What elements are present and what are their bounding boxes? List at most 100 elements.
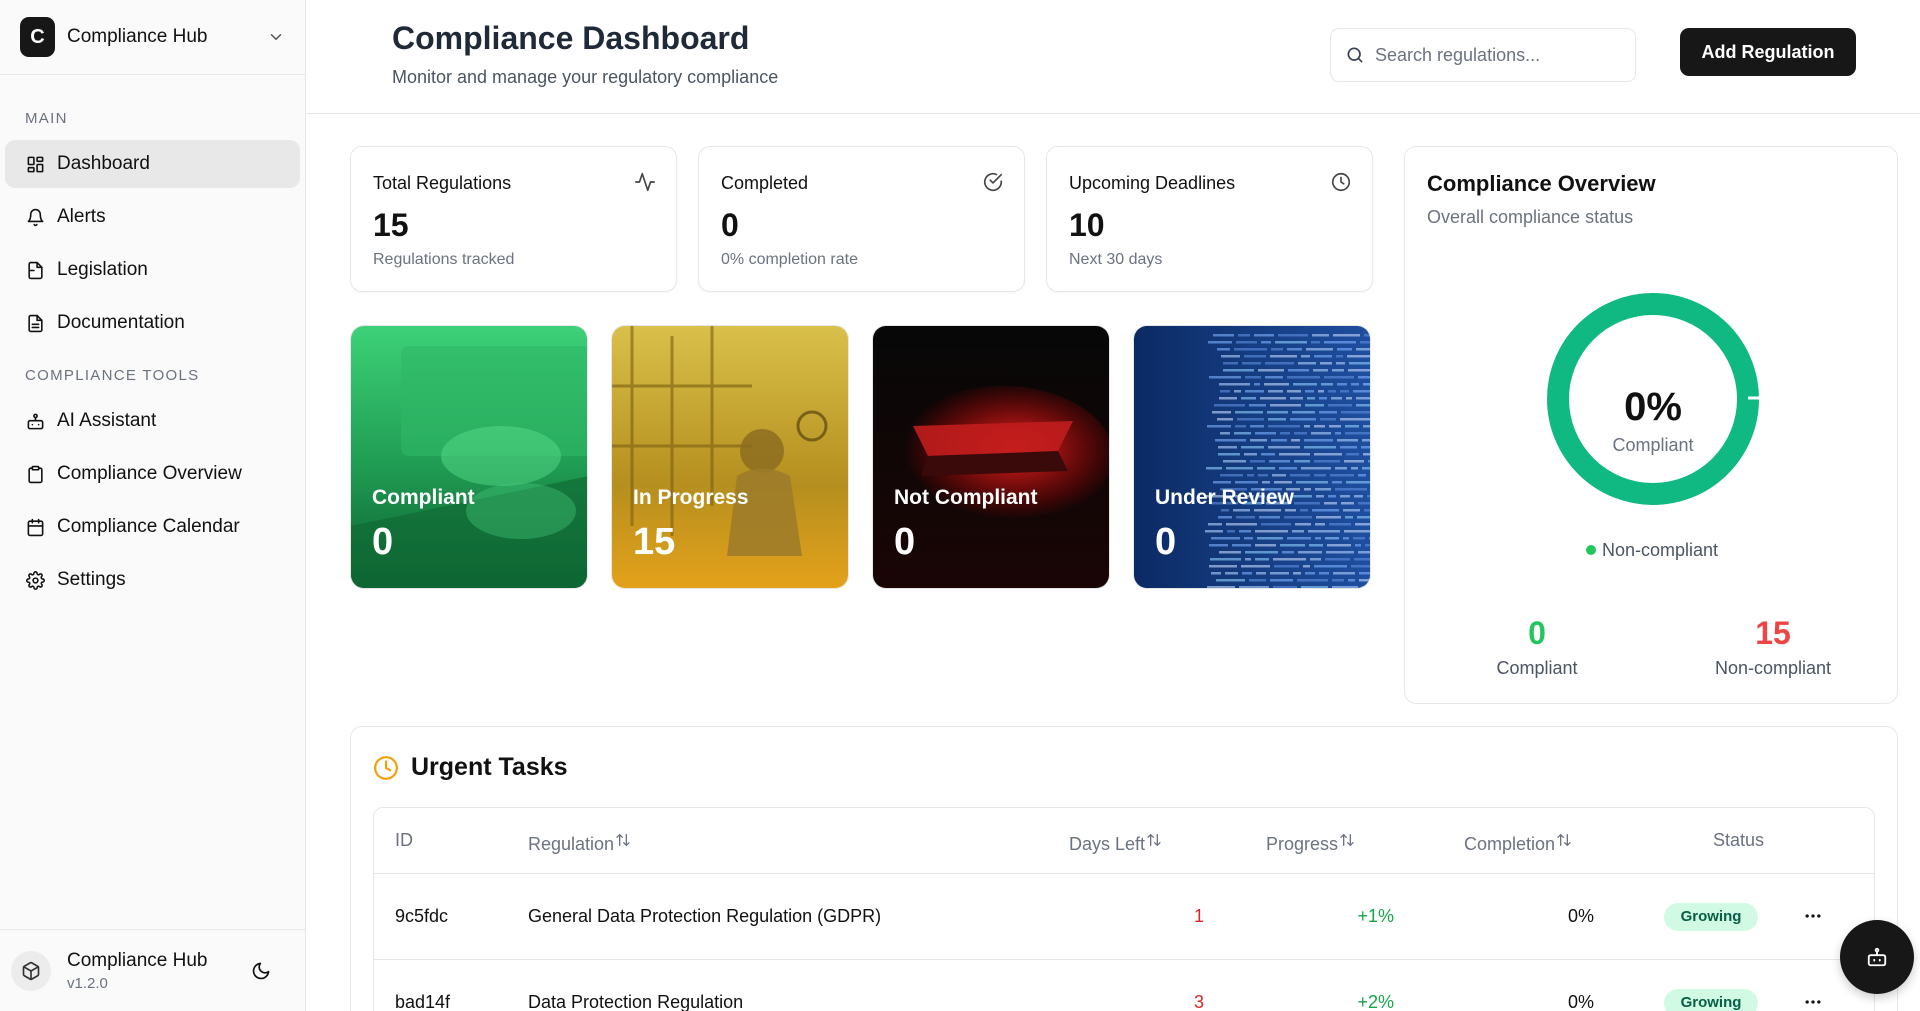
code-line-mark [1290, 397, 1303, 400]
code-line-mark [1295, 523, 1311, 526]
stat-subtext: 0% completion rate [721, 251, 858, 268]
code-line-mark [1340, 446, 1357, 449]
tile-in-progress[interactable]: In Progress 15 [611, 325, 849, 589]
code-line-mark [1300, 509, 1308, 512]
column-header-days-left[interactable]: Days Left [1069, 832, 1162, 855]
code-line-mark [1294, 460, 1310, 463]
code-line-mark [1270, 579, 1293, 582]
code-line-mark [1335, 467, 1347, 470]
code-line-mark [1345, 432, 1370, 435]
code-line-mark [1319, 397, 1327, 400]
code-line-mark [1320, 362, 1332, 365]
file-icon [28, 261, 43, 279]
code-line-mark [1287, 348, 1302, 351]
code-line-mark [1278, 334, 1308, 337]
status-badge: Growing [1664, 903, 1758, 931]
add-regulation-button[interactable]: Add Regulation [1680, 28, 1856, 76]
code-line-mark [1305, 404, 1324, 407]
column-header-completion[interactable]: Completion [1464, 832, 1572, 855]
code-line-mark [1257, 467, 1275, 470]
footer-app-name: Compliance Hub [67, 949, 208, 971]
code-line-mark [1364, 334, 1370, 337]
overview-noncompliant-stat: 15 Non-compliant [1673, 615, 1873, 679]
code-line-mark [1234, 348, 1267, 351]
column-header-progress[interactable]: Progress [1266, 832, 1355, 855]
code-line-mark [1326, 551, 1354, 554]
theme-toggle-button[interactable] [245, 955, 277, 987]
sidebar-footer: Compliance Hub v1.2.0 [0, 929, 305, 1011]
code-line-mark [1309, 544, 1323, 547]
grid-icon [27, 156, 44, 172]
row-actions-button[interactable] [1799, 990, 1827, 1011]
sidebar-item-compliance-overview[interactable]: Compliance Overview [5, 450, 300, 498]
code-line-mark [1265, 376, 1283, 379]
column-header-regulation[interactable]: Regulation [528, 832, 631, 855]
code-line-mark [1256, 572, 1266, 575]
sidebar-item-legislation[interactable]: Legislation [5, 246, 300, 294]
code-line-mark [1297, 579, 1328, 582]
donut-percent: 0% [1624, 385, 1682, 429]
sidebar-item-compliance-calendar[interactable]: Compliance Calendar [5, 503, 300, 551]
code-line-mark [1270, 355, 1297, 358]
table-row[interactable]: 9c5fdc General Data Protection Regulatio… [374, 874, 1874, 960]
code-line-mark [1332, 481, 1342, 484]
bot-icon [27, 413, 44, 429]
tile-not-compliant[interactable]: Not Compliant 0 [872, 325, 1110, 589]
code-line-mark [1242, 362, 1261, 365]
cell-progress: +2% [1357, 992, 1394, 1011]
code-line-mark [1359, 579, 1370, 582]
moon-icon [252, 962, 270, 979]
sort-icon [1557, 833, 1571, 847]
code-line-mark [1337, 383, 1347, 386]
tile-value: 15 [633, 521, 676, 563]
code-line-mark [1209, 376, 1241, 379]
code-line-mark [1304, 425, 1310, 428]
code-line-mark [1247, 474, 1254, 477]
stat-label: Completed [721, 173, 809, 193]
row-actions-button[interactable] [1799, 904, 1827, 928]
sidebar-item-settings[interactable]: Settings [5, 556, 300, 604]
code-line-mark [1306, 348, 1333, 351]
code-line-mark [1314, 453, 1342, 456]
code-line-mark [1368, 460, 1370, 463]
code-line-mark [1324, 341, 1356, 344]
code-line-mark [1220, 474, 1243, 477]
code-line-mark [1241, 446, 1264, 449]
code-line-mark [1271, 348, 1283, 351]
brand-name: Compliance Hub [67, 26, 208, 47]
code-line-mark [1330, 474, 1354, 477]
sidebar-item-dashboard[interactable]: Dashboard [5, 140, 300, 188]
code-line-mark [1328, 404, 1352, 407]
code-line-mark [1319, 572, 1329, 575]
search-input[interactable] [1375, 44, 1615, 66]
workspace-switcher[interactable]: C Compliance Hub [0, 0, 305, 75]
code-line-mark [1311, 432, 1331, 435]
code-line-mark [1298, 362, 1316, 365]
chart-legend: Non-compliant [1405, 540, 1899, 561]
sidebar-item-documentation[interactable]: Documentation [5, 299, 300, 347]
column-header-status: Status [1713, 830, 1765, 850]
ai-chat-button[interactable] [1840, 920, 1914, 994]
code-line-mark [1264, 383, 1289, 386]
tile-under-review[interactable]: Under Review 0 [1133, 325, 1371, 589]
code-line-mark [1223, 460, 1246, 463]
column-header-label: Days Left [1069, 834, 1146, 854]
stat-label: Upcoming Deadlines [1069, 173, 1236, 193]
legend-dot [1585, 545, 1596, 555]
tile-compliant[interactable]: Compliant 0 [350, 325, 588, 589]
code-line-mark [1284, 516, 1312, 519]
table-row[interactable]: bad14f Data Protection Regulation 3 +2% … [374, 960, 1874, 1011]
sidebar-item-ai-assistant[interactable]: AI Assistant [5, 397, 300, 445]
code-line-mark [1217, 348, 1230, 351]
code-line-mark [1331, 397, 1342, 400]
code-line-mark [1315, 537, 1321, 540]
overview-compliant-stat: 0 Compliant [1437, 615, 1637, 679]
code-line-mark [1205, 530, 1223, 533]
sidebar-item-alerts[interactable]: Alerts [5, 193, 300, 241]
stat-value: 0 [721, 207, 739, 243]
code-line-mark [1333, 334, 1360, 337]
code-line-mark [1332, 586, 1358, 588]
code-line-mark [1234, 432, 1251, 435]
code-line-mark [1359, 572, 1370, 575]
code-line-mark [1270, 572, 1289, 575]
